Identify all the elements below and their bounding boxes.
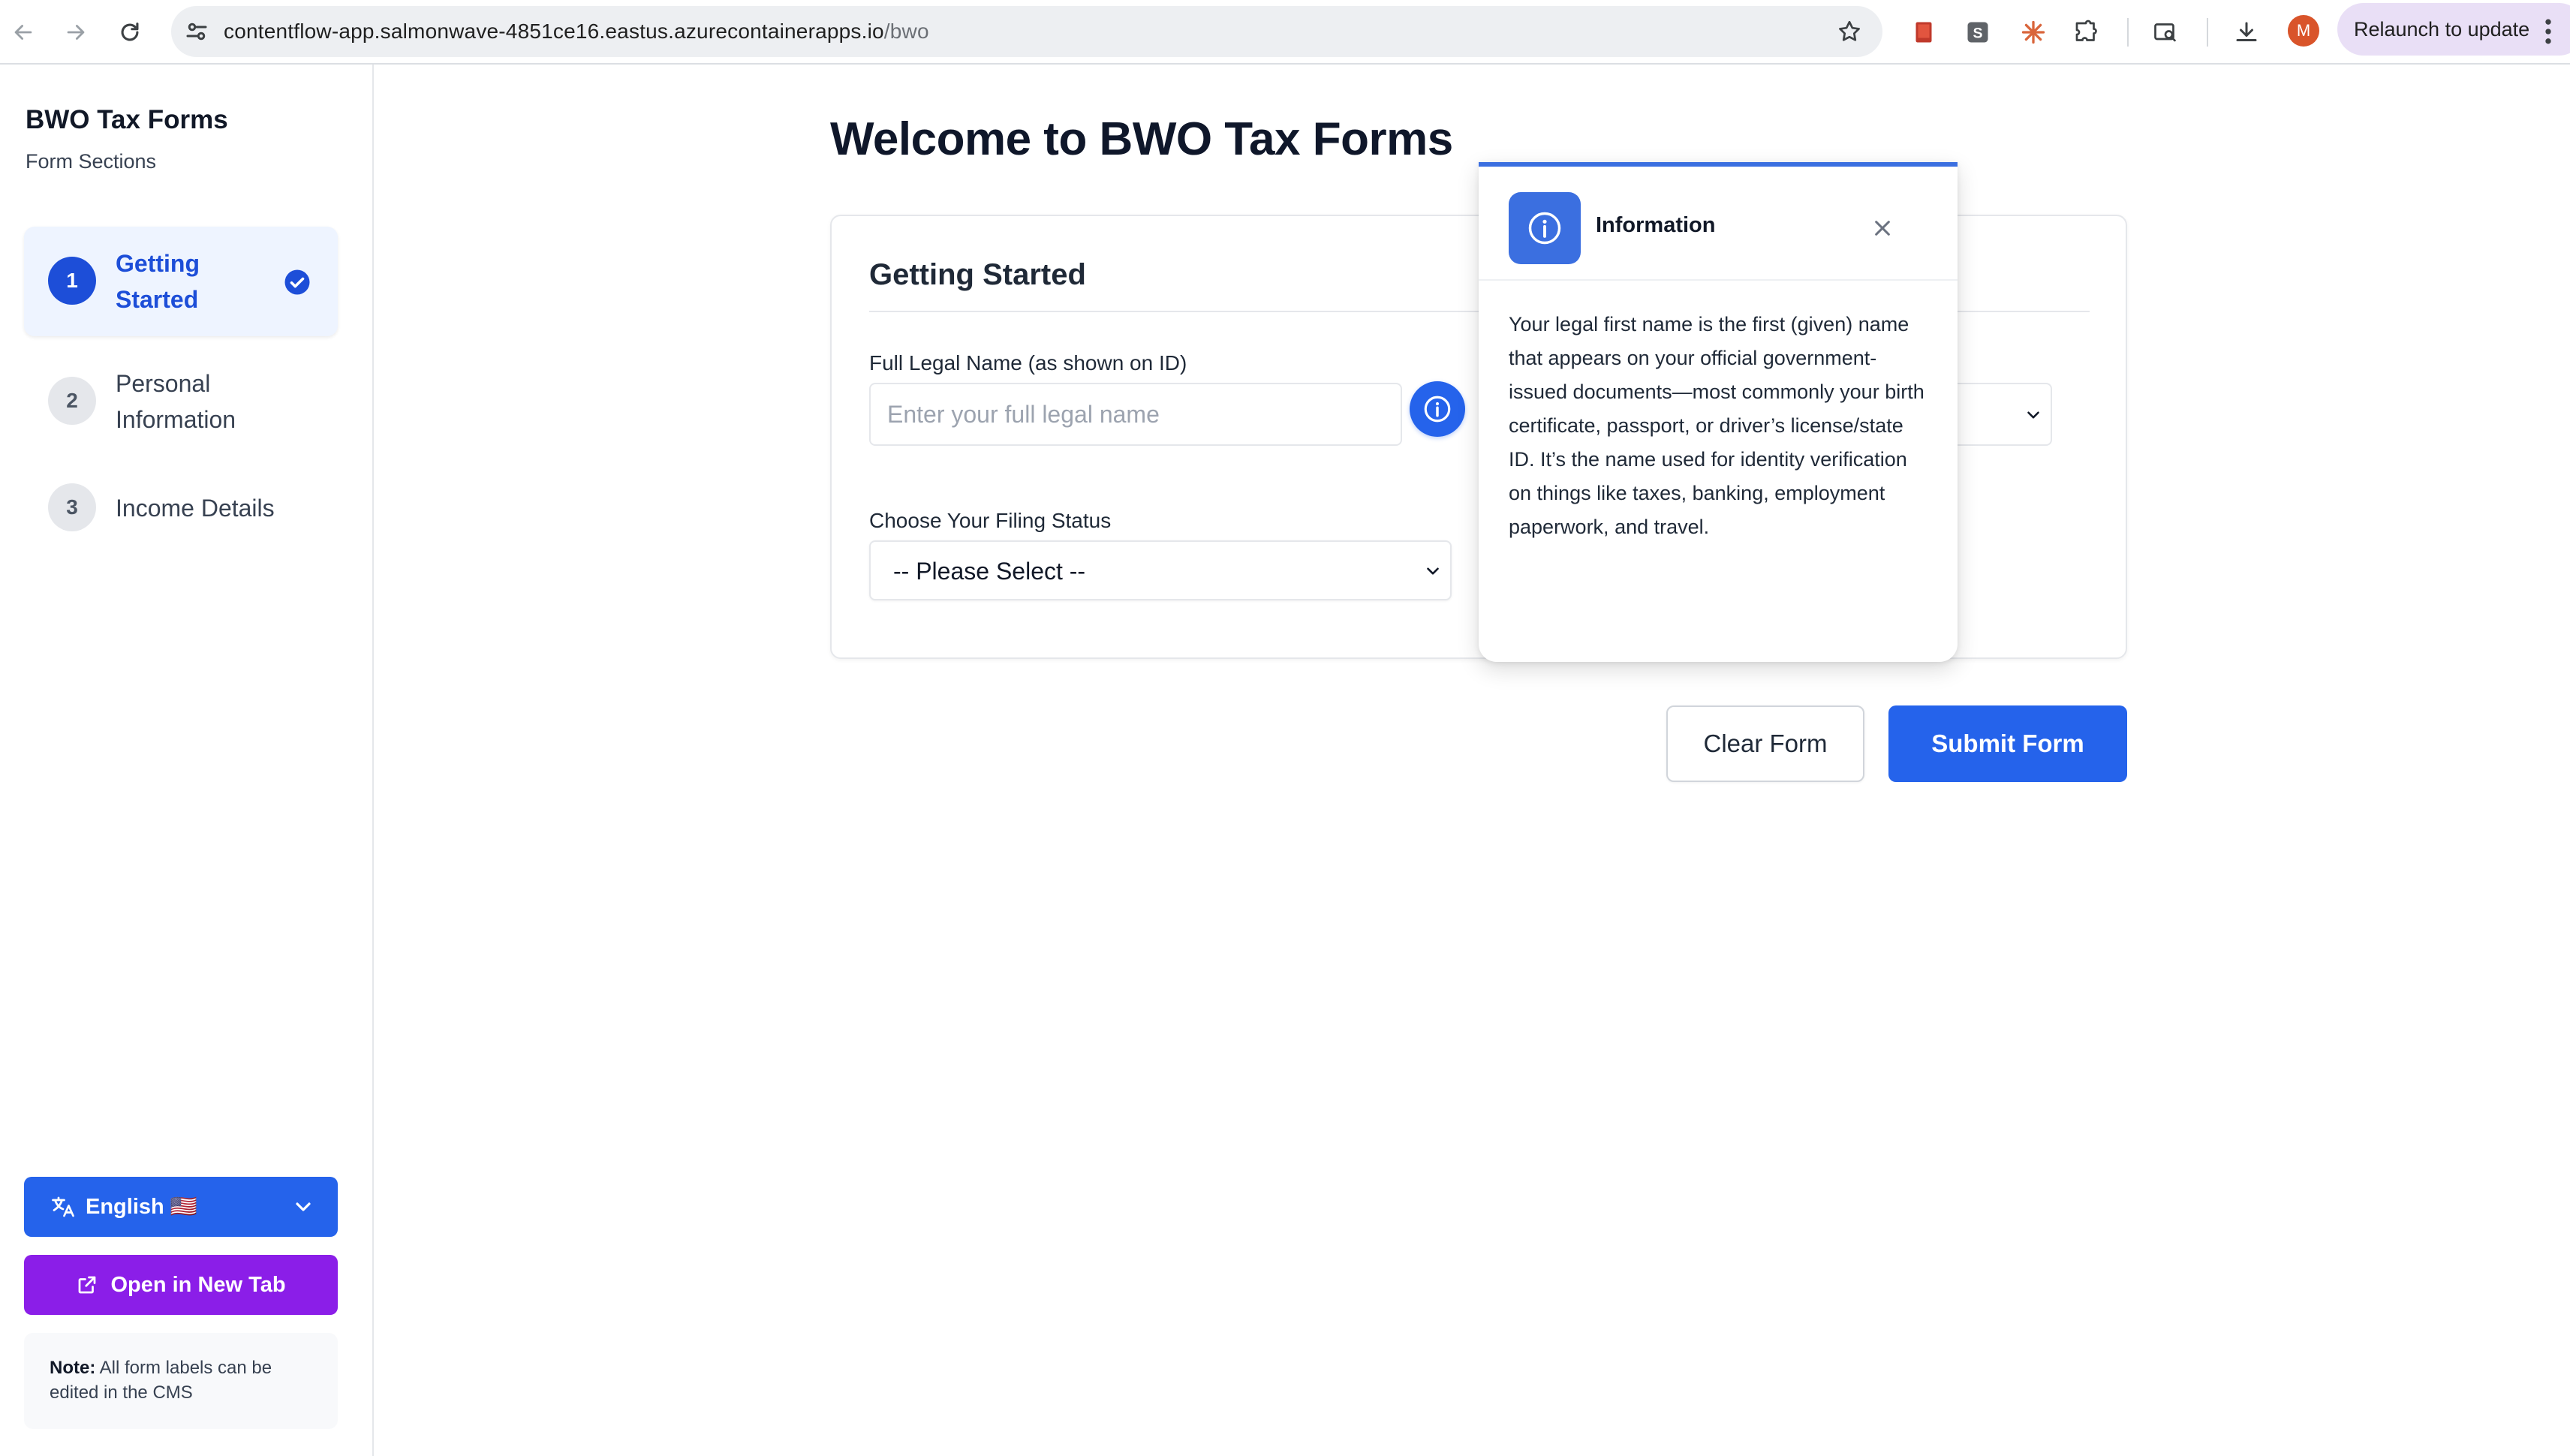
note-heading: Note: [50, 1358, 96, 1378]
reading-mode-button[interactable] [2148, 15, 2183, 50]
full-name-input[interactable] [869, 383, 1402, 446]
step-label: Income Details [116, 495, 275, 522]
translate-icon [52, 1196, 74, 1217]
url-path: /bwo [883, 20, 929, 43]
cms-note: Note: All form labels can be edited in t… [24, 1333, 338, 1429]
step-number: 3 [48, 483, 96, 531]
svg-text:S: S [1973, 26, 1982, 42]
download-icon [2236, 22, 2257, 41]
page-title: Welcome to BWO Tax Forms [830, 113, 1453, 165]
check-circle-icon [284, 269, 310, 295]
extensions-button[interactable] [2069, 15, 2103, 50]
extension-s-button[interactable]: S [1961, 15, 1995, 50]
url-host: contentflow-app.salmonwave-4851ce16.east… [224, 20, 884, 43]
popover-header: Information [1479, 167, 1958, 281]
sidebar-subtitle: Form Sections [26, 150, 157, 173]
bookmark-star-icon[interactable] [1836, 18, 1863, 45]
name-info-button[interactable] [1410, 381, 1465, 437]
reload-button[interactable] [111, 14, 149, 51]
sidebar: BWO Tax Forms Form Sections 1 Getting St… [0, 65, 374, 1456]
address-bar[interactable]: contentflow-app.salmonwave-4851ce16.east… [171, 6, 1882, 57]
sidebar-title: BWO Tax Forms [26, 105, 228, 134]
back-button[interactable] [5, 14, 42, 51]
toolbar-divider [2127, 18, 2129, 47]
step-number: 2 [48, 377, 96, 425]
external-link-icon [79, 1276, 96, 1294]
close-icon[interactable] [1867, 213, 1897, 243]
chevron-down-icon [2027, 411, 2039, 419]
chevron-down-icon [296, 1202, 311, 1211]
sidebar-step-personal-information[interactable]: 2 Personal Information [24, 347, 338, 456]
filing-status-label: Choose Your Filing Status [869, 509, 1112, 532]
info-icon [1424, 396, 1451, 423]
search-page-icon [2154, 23, 2176, 42]
s-extension-icon: S [1967, 22, 1988, 43]
step-number: 1 [48, 257, 96, 305]
browser-toolbar: contentflow-app.salmonwave-4851ce16.east… [0, 0, 2570, 65]
reload-icon [121, 23, 139, 41]
popover-title: Information [1596, 213, 1716, 237]
extension-burst-button[interactable] [2016, 15, 2051, 50]
toolbar-divider [2207, 18, 2208, 47]
more-menu-icon[interactable] [2537, 15, 2559, 48]
puzzle-icon [2075, 20, 2097, 41]
open-new-tab-button[interactable]: Open in New Tab [24, 1255, 338, 1315]
profile-avatar[interactable]: M [2288, 15, 2319, 47]
book-extension-icon [1915, 22, 1932, 43]
language-select[interactable]: English 🇺🇸 [24, 1177, 338, 1237]
info-icon [1528, 212, 1561, 245]
back-arrow-icon [14, 25, 32, 40]
submit-form-button[interactable]: Submit Form [1888, 705, 2127, 782]
extension-book-button[interactable] [1906, 15, 1941, 50]
popover-info-badge [1509, 192, 1581, 264]
filing-status-select[interactable]: -- Please Select -- [869, 540, 1452, 600]
open-new-tab-label: Open in New Tab [110, 1272, 286, 1297]
sidebar-step-income-details[interactable]: 3 Income Details [24, 453, 338, 563]
url-text: contentflow-app.salmonwave-4851ce16.east… [224, 6, 929, 57]
sidebar-step-getting-started[interactable]: 1 Getting Started [24, 227, 338, 336]
step-label: Getting Started [116, 250, 200, 313]
downloads-button[interactable] [2229, 15, 2264, 50]
site-settings-icon[interactable] [183, 18, 210, 45]
section-title: Getting Started [869, 258, 1086, 291]
popover-body: Your legal first name is the first (give… [1509, 313, 1924, 538]
forward-button[interactable] [57, 14, 95, 51]
forward-arrow-icon [67, 25, 85, 40]
filing-status-value: -- Please Select -- [893, 558, 1086, 585]
full-name-label: Full Legal Name (as shown on ID) [869, 351, 1187, 375]
relaunch-button[interactable]: Relaunch to update [2337, 3, 2570, 56]
clear-form-button[interactable]: Clear Form [1666, 705, 1864, 782]
step-label: Personal Information [116, 370, 236, 433]
info-popover: Information Your legal first name is the… [1479, 162, 1958, 662]
chevron-down-icon [1427, 567, 1439, 575]
language-label: English 🇺🇸 [86, 1195, 197, 1219]
sunburst-extension-icon [2021, 20, 2045, 44]
